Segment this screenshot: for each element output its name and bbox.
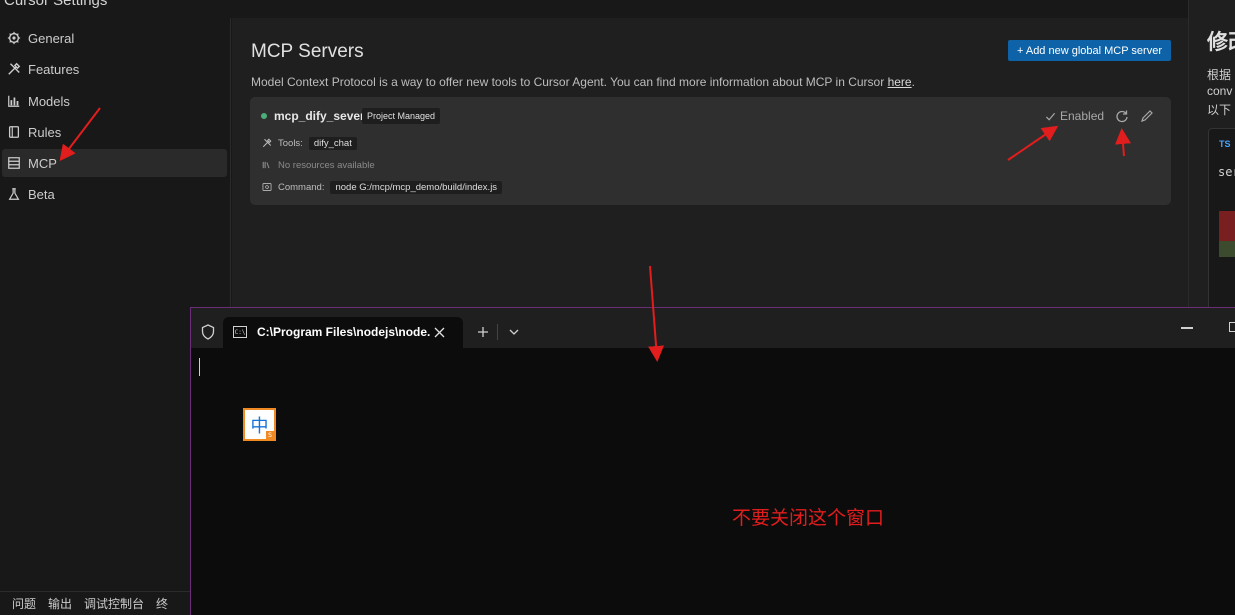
sidebar-item-mcp[interactable]: MCP [2,149,227,177]
code-language: TS [1219,139,1231,149]
description-end: . [911,75,915,89]
divider [497,324,498,340]
terminal-titlebar: C:\ C:\Program Files\nodejs\node. [191,308,1235,348]
sidebar-item-features[interactable]: Features [2,55,227,83]
mcp-docs-link[interactable]: here [888,75,912,89]
terminal-tab-title: C:\Program Files\nodejs\node. [257,325,431,339]
page-title: MCP Servers [251,41,364,62]
command-chip: node G:/mcp/mcp_demo/build/index.js [330,180,503,194]
chat-heading: 修改 [1207,31,1235,54]
sidebar-item-rules[interactable]: Rules [2,118,227,146]
book-icon [6,124,22,140]
shield-icon[interactable] [201,324,215,340]
cmd-icon: C:\ [233,326,247,338]
pencil-icon[interactable] [1140,109,1154,123]
sidebar-item-label: Beta [28,186,55,202]
sidebar-item-label: General [28,30,75,46]
maximize-button[interactable] [1229,322,1235,332]
sidebar-item-general[interactable]: General [2,24,227,52]
check-icon [1045,112,1056,121]
minimize-button[interactable] [1181,327,1193,329]
sidebar-item-label: Models [28,93,70,109]
server-name: mcp_dify_sever [274,109,365,123]
bottom-panel-tabs: 问题 输出 调试控制台 终 [0,591,192,615]
sidebar-item-models[interactable]: Models [2,87,227,115]
sidebar-item-label: Features [28,61,80,77]
terminal-cursor [199,358,200,376]
annotation-text: 不要关闭这个窗口 [732,507,885,529]
terminal-window: C:\ C:\Program Files\nodejs\node. 中 S 不要… [190,307,1235,615]
terminal-tab[interactable]: C:\ C:\Program Files\nodejs\node. [223,317,463,348]
resources-row: No resources available [262,157,375,173]
page-description: Model Context Protocol is a way to offer… [251,75,915,89]
project-managed-badge: Project Managed [362,108,441,124]
bar-chart-icon [6,93,22,109]
resources-text: No resources available [278,159,375,171]
mcp-settings-panel: MCP Servers + Add new global MCP server … [232,18,1188,308]
close-icon[interactable] [434,327,445,338]
sidebar-item-beta[interactable]: Beta [2,180,227,208]
sidebar-item-label: MCP [28,155,57,171]
ime-indicator[interactable]: 中 S [243,408,276,441]
diff-added [1219,241,1235,257]
enabled-label: Enabled [1060,109,1105,123]
new-tab-button[interactable] [469,320,497,344]
gear-icon [6,30,22,46]
tab-output[interactable]: 输出 [48,595,72,612]
tab-terminal[interactable]: 终 [156,595,168,612]
tools-label: Tools: [278,137,303,149]
command-row: Command: node G:/mcp/mcp_demo/build/inde… [262,179,503,195]
status-dot [261,113,267,119]
description-text: Model Context Protocol is a way to offer… [251,75,888,89]
tool-chip: dify_chat [308,136,357,150]
tools-row: Tools: dify_chat [262,135,357,151]
command-label: Command: [278,181,325,193]
chat-line: 根据 [1207,68,1232,82]
tools-icon [262,138,272,148]
ime-sub-badge: S [266,431,274,439]
add-global-mcp-server-button[interactable]: + Add new global MCP server [1008,40,1171,61]
settings-title: Cursor Settings [4,0,108,9]
server-icon [6,155,22,171]
library-icon [262,161,270,169]
chat-line: 以下 [1207,103,1232,117]
mcp-server-card: mcp_dify_sever Project Managed Enabled T… [250,97,1171,205]
refresh-icon[interactable] [1115,109,1129,123]
enabled-toggle[interactable]: Enabled [1045,109,1104,123]
tools-icon [6,61,22,77]
tab-debug-console[interactable]: 调试控制台 [84,595,144,612]
code-block: TS ser [1208,128,1235,328]
sidebar-item-label: Rules [28,124,62,140]
chat-line: conv [1207,84,1233,98]
terminal-icon [262,183,272,191]
plus-icon [478,327,488,337]
flask-icon [6,186,22,202]
code-text: ser [1218,165,1235,179]
diff-removed [1219,211,1235,241]
tab-dropdown-button[interactable] [500,320,528,344]
tab-problems[interactable]: 问题 [12,595,36,612]
chevron-down-icon [509,329,519,335]
